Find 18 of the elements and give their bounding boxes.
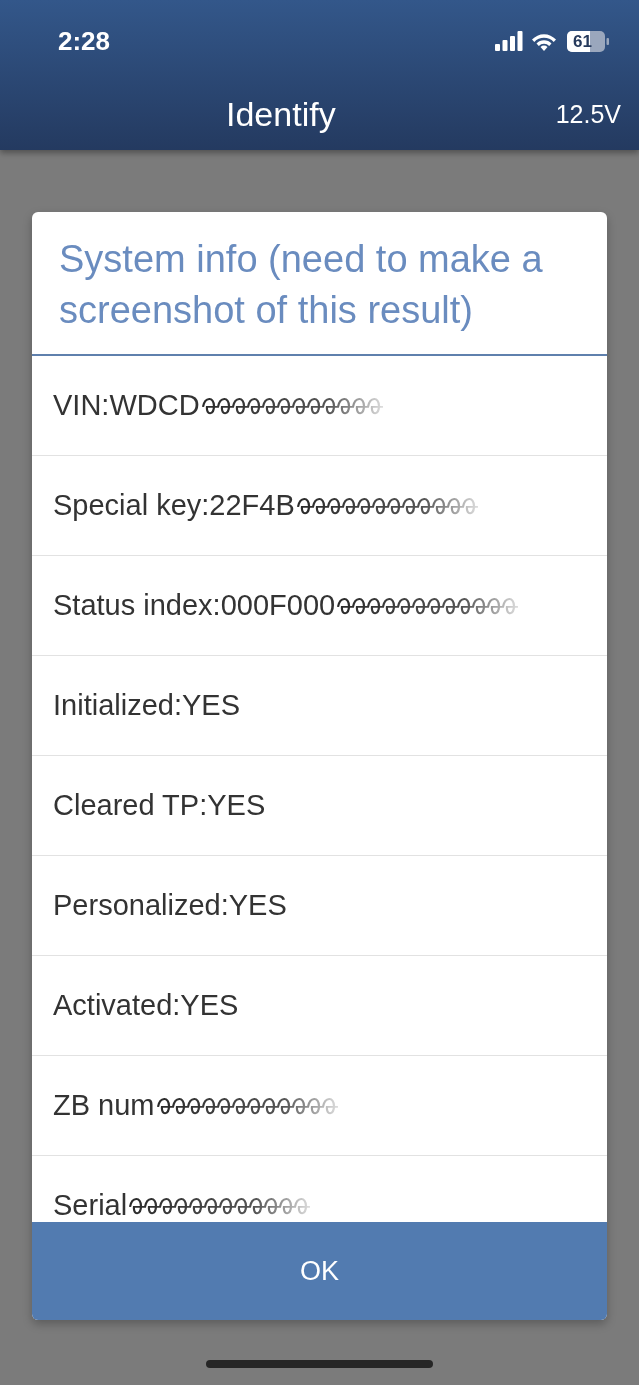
voltage-reading: 12.5V	[555, 99, 621, 129]
info-text: Initialized:YES	[53, 689, 240, 722]
info-text: Serial	[53, 1189, 128, 1222]
info-text: Cleared TP:YES	[53, 789, 266, 822]
status-time: 2:28	[58, 25, 111, 57]
info-text: ZB num	[53, 1089, 155, 1122]
screen-title: Identify	[225, 94, 337, 134]
wifi-icon	[531, 31, 557, 51]
ok-button[interactable]: OK	[32, 1222, 607, 1320]
signal-icon	[495, 31, 523, 51]
dialog-title: System info (need to make a screenshot of this result)	[59, 237, 544, 333]
info-text: Personalized:YES	[53, 889, 287, 922]
info-text: Status index:000F000	[53, 589, 336, 622]
info-text: Special key:22F4B	[53, 489, 295, 522]
battery-icon	[567, 30, 609, 52]
info-text: Activated:YES	[53, 989, 239, 1022]
info-text: VIN:WDCD	[53, 389, 200, 422]
battery-percent: 61	[573, 31, 592, 51]
